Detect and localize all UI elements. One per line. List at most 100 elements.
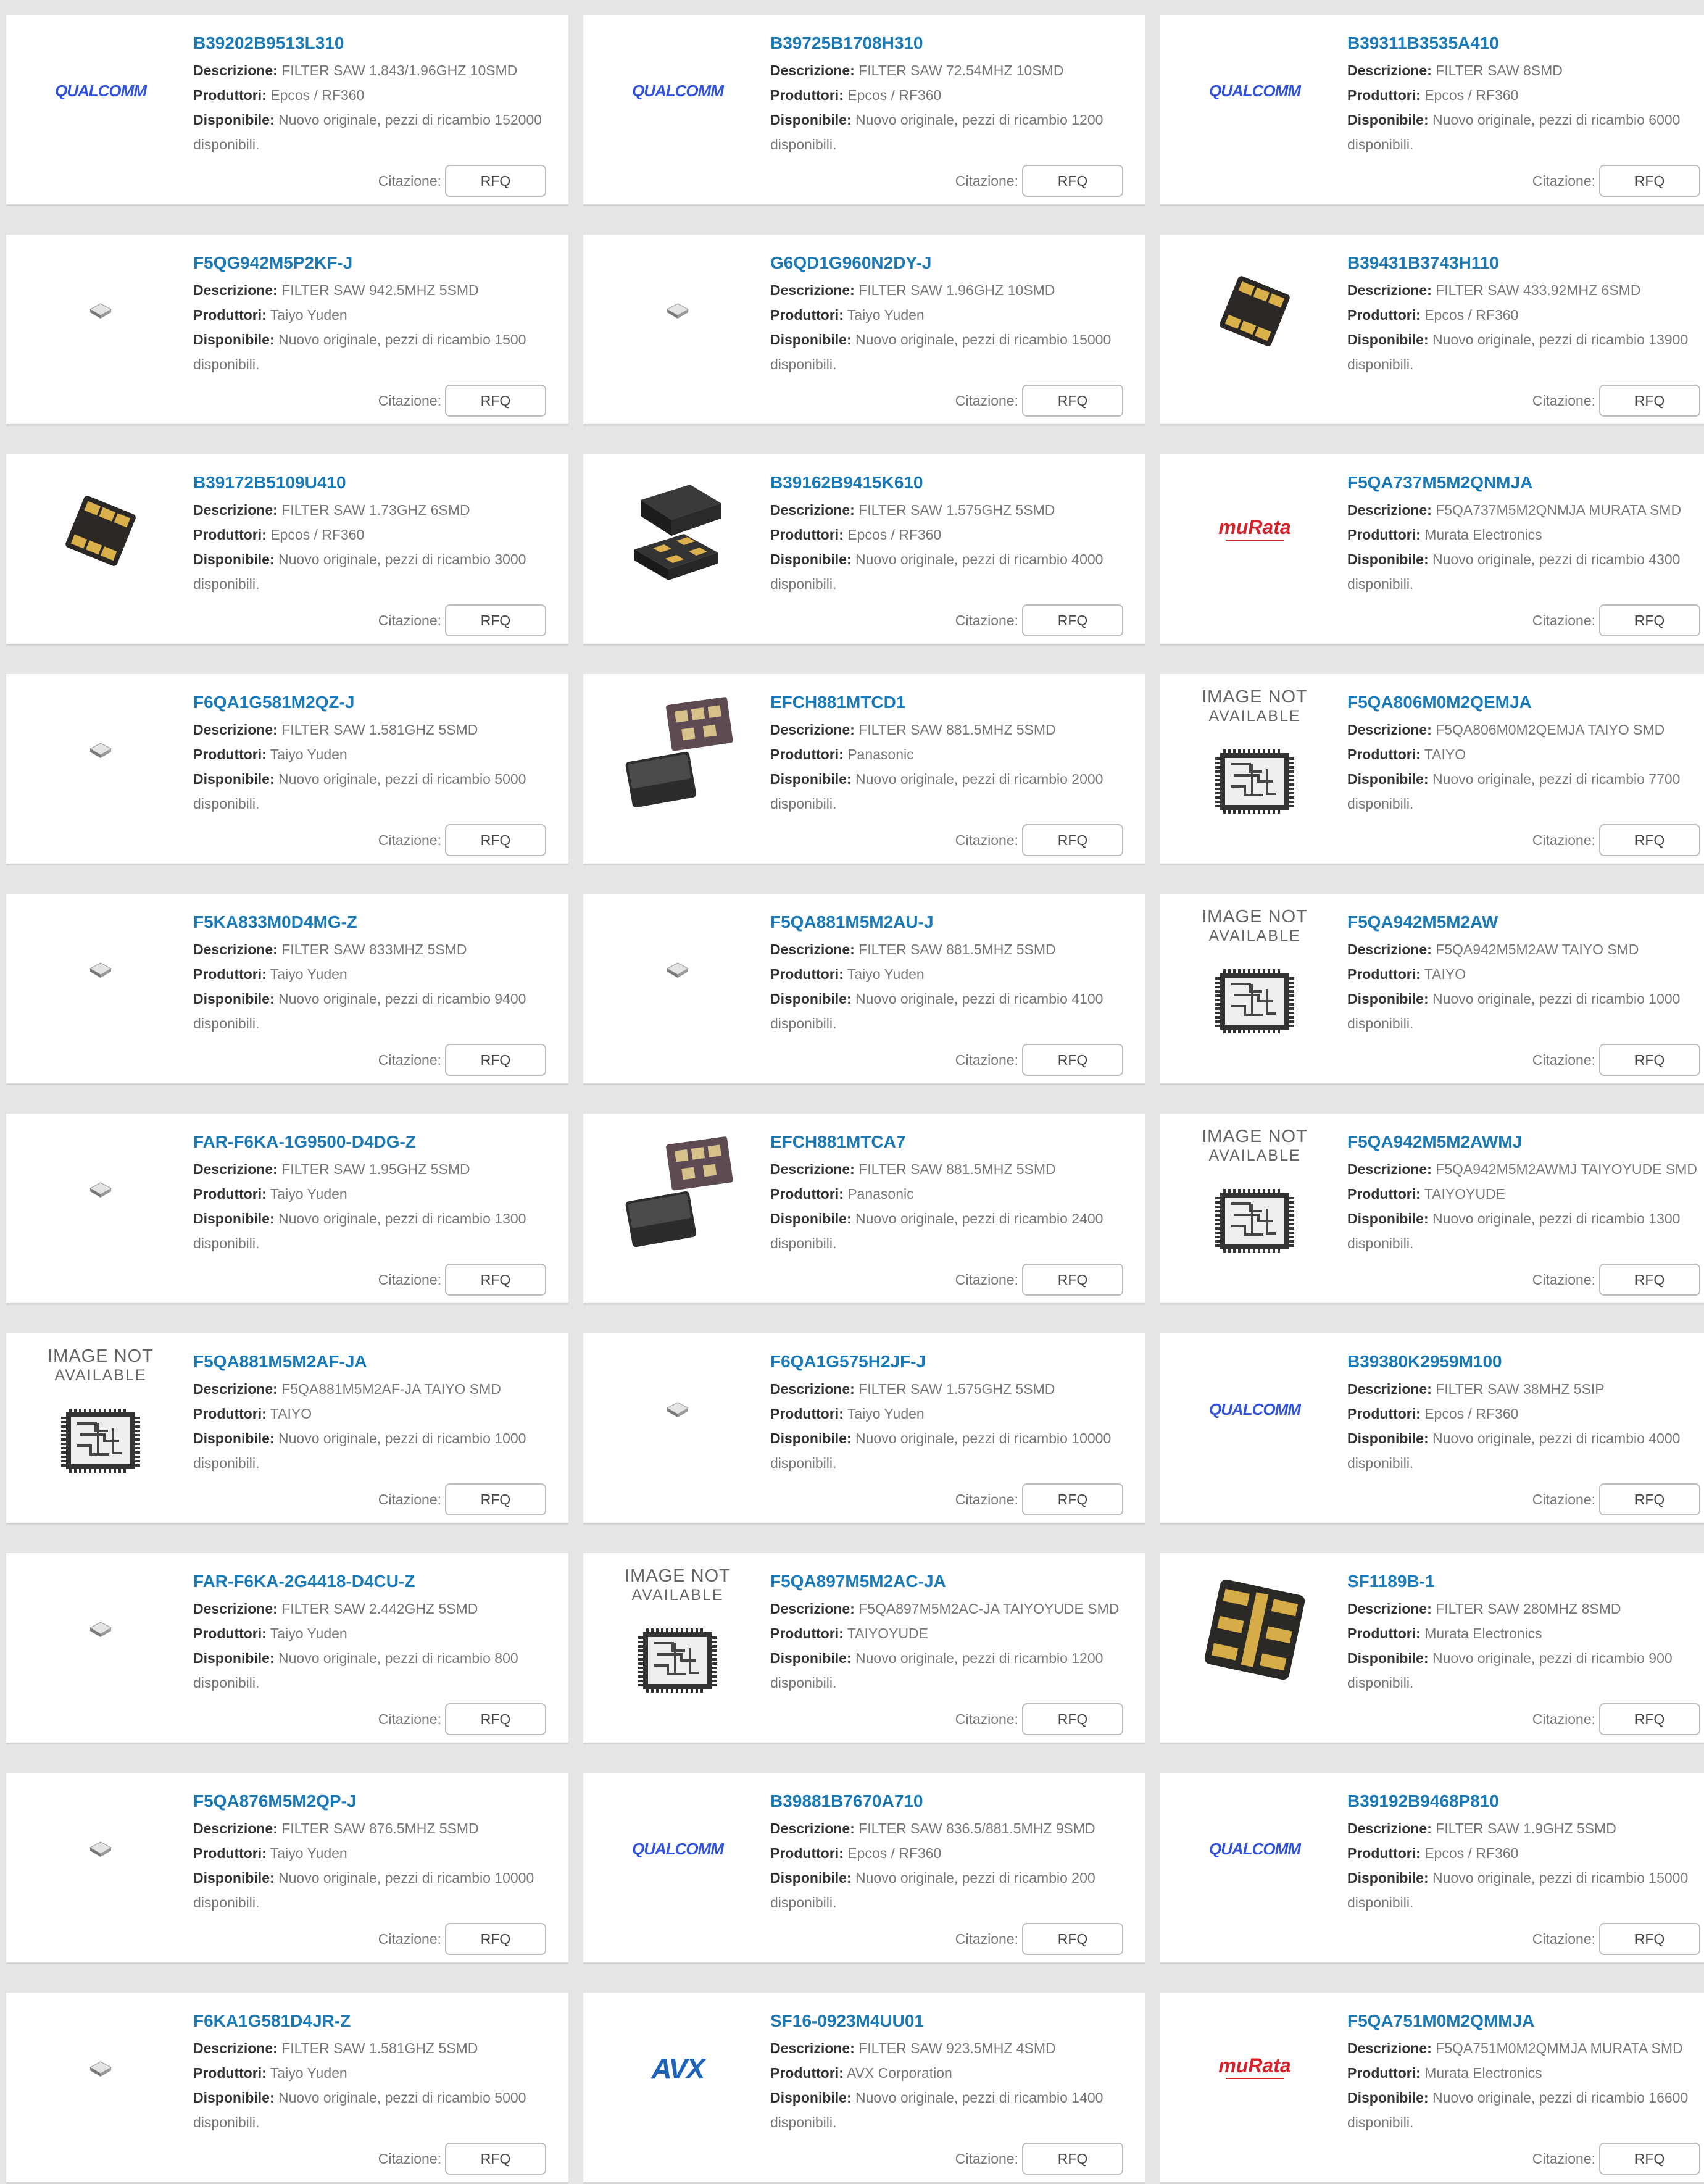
- description-value: FILTER SAW 433.92MHZ 6SMD: [1436, 282, 1641, 298]
- rfq-button[interactable]: RFQ: [1022, 1483, 1123, 1515]
- rfq-button[interactable]: RFQ: [1599, 165, 1700, 197]
- rfq-button[interactable]: RFQ: [1599, 604, 1700, 636]
- rfq-button[interactable]: RFQ: [1022, 604, 1123, 636]
- part-number-link[interactable]: B39162B9415K610: [770, 472, 1145, 494]
- part-number-link[interactable]: F6QA1G575H2JF-J: [770, 1351, 1145, 1373]
- product-image[interactable]: IMAGE NOT AVAILABLE: [31, 1346, 170, 1473]
- rfq-button[interactable]: RFQ: [1599, 824, 1700, 856]
- product-image[interactable]: IMAGE NOT AVAILABLE: [1185, 1127, 1324, 1253]
- product-image[interactable]: QUALCOMM: [1185, 30, 1324, 153]
- product-image[interactable]: muRata: [1185, 2007, 1324, 2131]
- part-number-link[interactable]: B39380K2959M100: [1347, 1351, 1704, 1373]
- product-image[interactable]: [31, 249, 170, 373]
- manufacturer-label: Produttori:: [193, 966, 267, 982]
- part-number-link[interactable]: EFCH881MTCD1: [770, 691, 1145, 714]
- product-image[interactable]: [31, 469, 170, 593]
- part-number-link[interactable]: F6QA1G581M2QZ-J: [193, 691, 568, 714]
- rfq-button[interactable]: RFQ: [445, 824, 546, 856]
- part-number-link[interactable]: F5QG942M5P2KF-J: [193, 252, 568, 274]
- product-image[interactable]: [31, 2007, 170, 2131]
- product-image[interactable]: [1185, 249, 1324, 373]
- product-image[interactable]: muRata: [1185, 469, 1324, 593]
- part-number-link[interactable]: B39881B7670A710: [770, 1790, 1145, 1812]
- rfq-button[interactable]: RFQ: [1022, 824, 1123, 856]
- rfq-button[interactable]: RFQ: [445, 1703, 546, 1735]
- manufacturer-row: Produttori: Epcos / RF360: [1347, 83, 1704, 107]
- product-image[interactable]: [31, 909, 170, 1032]
- rfq-button[interactable]: RFQ: [1022, 1264, 1123, 1296]
- product-image[interactable]: [608, 1128, 747, 1252]
- part-number-link[interactable]: F5QA876M5M2QP-J: [193, 1790, 568, 1812]
- rfq-button[interactable]: RFQ: [445, 1264, 546, 1296]
- manufacturer-label: Produttori:: [193, 2065, 267, 2081]
- part-number-link[interactable]: G6QD1G960N2DY-J: [770, 252, 1145, 274]
- rfq-button[interactable]: RFQ: [1599, 1044, 1700, 1076]
- part-number-link[interactable]: FAR-F6KA-2G4418-D4CU-Z: [193, 1570, 568, 1593]
- part-number-link[interactable]: B39172B5109U410: [193, 472, 568, 494]
- rfq-button[interactable]: RFQ: [445, 385, 546, 417]
- part-number-link[interactable]: B39725B1708H310: [770, 32, 1145, 54]
- product-image[interactable]: [608, 909, 747, 1032]
- part-number-link[interactable]: F5QA897M5M2AC-JA: [770, 1570, 1145, 1593]
- part-number-link[interactable]: F5QA806M0M2QEMJA: [1347, 691, 1704, 714]
- rfq-button[interactable]: RFQ: [1022, 1703, 1123, 1735]
- rfq-button[interactable]: RFQ: [1022, 1044, 1123, 1076]
- part-number-link[interactable]: SF1189B-1: [1347, 1570, 1704, 1593]
- rfq-button[interactable]: RFQ: [1599, 1264, 1700, 1296]
- manufacturer-value: Panasonic: [847, 746, 914, 762]
- product-image[interactable]: [31, 1568, 170, 1691]
- part-number-link[interactable]: FAR-F6KA-1G9500-D4DG-Z: [193, 1131, 568, 1153]
- rfq-button[interactable]: RFQ: [1022, 1923, 1123, 1955]
- part-number-link[interactable]: F5QA942M5M2AW: [1347, 911, 1704, 933]
- availability-row: Disponibile: Nuovo originale, pezzi di r…: [770, 1206, 1145, 1256]
- rfq-button[interactable]: RFQ: [445, 165, 546, 197]
- manufacturer-value: Epcos / RF360: [847, 87, 942, 103]
- product-image[interactable]: IMAGE NOT AVAILABLE: [608, 1566, 747, 1693]
- part-number-link[interactable]: F5QA942M5M2AWMJ: [1347, 1131, 1704, 1153]
- rfq-button[interactable]: RFQ: [1599, 1483, 1700, 1515]
- rfq-button[interactable]: RFQ: [445, 1923, 546, 1955]
- part-number-link[interactable]: F5QA737M5M2QNMJA: [1347, 472, 1704, 494]
- rfq-button[interactable]: RFQ: [445, 2143, 546, 2175]
- product-image[interactable]: QUALCOMM: [608, 1788, 747, 1911]
- product-image[interactable]: IMAGE NOT AVAILABLE: [1185, 687, 1324, 814]
- product-image[interactable]: [608, 469, 747, 593]
- quote-label: Citazione:: [955, 392, 1018, 409]
- rfq-button[interactable]: RFQ: [1599, 385, 1700, 417]
- product-image[interactable]: [31, 1128, 170, 1252]
- rfq-button[interactable]: RFQ: [1022, 385, 1123, 417]
- part-number-link[interactable]: B39431B3743H110: [1347, 252, 1704, 274]
- rfq-button[interactable]: RFQ: [1599, 1703, 1700, 1735]
- product-image[interactable]: [608, 249, 747, 373]
- part-number-link[interactable]: F5KA833M0D4MG-Z: [193, 911, 568, 933]
- availability-row: Disponibile: Nuovo originale, pezzi di r…: [1347, 547, 1704, 596]
- rfq-button[interactable]: RFQ: [445, 604, 546, 636]
- product-image[interactable]: [608, 1348, 747, 1472]
- quote-label: Citazione:: [378, 1711, 441, 1727]
- product-image[interactable]: [608, 689, 747, 812]
- part-number-link[interactable]: B39311B3535A410: [1347, 32, 1704, 54]
- product-image[interactable]: [31, 1788, 170, 1911]
- rfq-button[interactable]: RFQ: [445, 1044, 546, 1076]
- rfq-button[interactable]: RFQ: [1599, 1923, 1700, 1955]
- product-image[interactable]: [31, 689, 170, 812]
- part-number-link[interactable]: F6KA1G581D4JR-Z: [193, 2010, 568, 2032]
- product-image[interactable]: IMAGE NOT AVAILABLE: [1185, 907, 1324, 1033]
- part-number-link[interactable]: B39192B9468P810: [1347, 1790, 1704, 1812]
- rfq-button[interactable]: RFQ: [1599, 2143, 1700, 2175]
- product-image[interactable]: QUALCOMM: [608, 30, 747, 153]
- rfq-button[interactable]: RFQ: [445, 1483, 546, 1515]
- product-image[interactable]: [1185, 1568, 1324, 1691]
- part-number-link[interactable]: B39202B9513L310: [193, 32, 568, 54]
- product-image[interactable]: QUALCOMM: [1185, 1788, 1324, 1911]
- part-number-link[interactable]: F5QA751M0M2QMMJA: [1347, 2010, 1704, 2032]
- part-number-link[interactable]: F5QA881M5M2AU-J: [770, 911, 1145, 933]
- rfq-button[interactable]: RFQ: [1022, 165, 1123, 197]
- product-image[interactable]: QUALCOMM: [1185, 1348, 1324, 1472]
- part-number-link[interactable]: EFCH881MTCA7: [770, 1131, 1145, 1153]
- product-image[interactable]: AVX: [608, 2007, 747, 2131]
- part-number-link[interactable]: F5QA881M5M2AF-JA: [193, 1351, 568, 1373]
- product-image[interactable]: QUALCOMM: [31, 30, 170, 153]
- part-number-link[interactable]: SF16-0923M4UU01: [770, 2010, 1145, 2032]
- rfq-button[interactable]: RFQ: [1022, 2143, 1123, 2175]
